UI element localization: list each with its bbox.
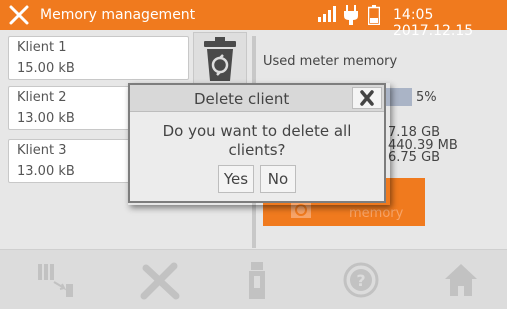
dialog-header: Delete client bbox=[130, 85, 384, 112]
delete-memory-label: memory bbox=[349, 206, 404, 221]
client-item[interactable]: Klient 1 15.00 kB bbox=[8, 36, 189, 80]
close-icon bbox=[360, 90, 374, 106]
signal-icon bbox=[318, 6, 336, 22]
sensors-icon[interactable] bbox=[34, 262, 78, 298]
close-button[interactable] bbox=[352, 87, 382, 109]
home-icon[interactable] bbox=[444, 262, 478, 298]
plug-icon bbox=[344, 5, 358, 25]
memory-title: Used meter memory bbox=[263, 54, 398, 69]
client-name: Klient 2 bbox=[17, 90, 67, 105]
bottom-toolbar: ? bbox=[0, 249, 507, 309]
battery-icon bbox=[368, 5, 380, 25]
title-bar: Memory management 14:05 2017.12.15 bbox=[0, 0, 507, 39]
yes-button[interactable]: Yes bbox=[218, 165, 254, 193]
tools-icon bbox=[9, 5, 29, 25]
dialog-message: Do you want to delete all clients? bbox=[130, 122, 384, 160]
settings-icon[interactable] bbox=[138, 262, 182, 300]
delete-client-dialog: Delete client Do you want to delete all … bbox=[128, 83, 386, 203]
no-button[interactable]: No bbox=[260, 165, 296, 193]
dialog-message-line: Do you want to delete all bbox=[162, 122, 352, 140]
client-size: 15.00 kB bbox=[17, 61, 75, 76]
usb-icon[interactable] bbox=[248, 262, 266, 300]
datetime: 14:05 2017.12.15 bbox=[393, 7, 474, 39]
page-title: Memory management bbox=[40, 7, 196, 23]
client-name: Klient 3 bbox=[17, 143, 67, 158]
help-icon[interactable]: ? bbox=[343, 262, 379, 298]
client-size: 13.00 kB bbox=[17, 164, 75, 179]
delete-client-button[interactable] bbox=[193, 32, 247, 88]
trash-icon bbox=[204, 37, 236, 81]
memory-usage-percent: 5% bbox=[416, 90, 437, 105]
client-name: Klient 1 bbox=[17, 40, 67, 55]
dialog-message-line: clients? bbox=[228, 141, 286, 159]
memory-free: 6.75 GB bbox=[388, 150, 441, 165]
svg-text:?: ? bbox=[356, 271, 365, 290]
client-size: 13.00 kB bbox=[17, 111, 75, 126]
dialog-title: Delete client bbox=[194, 90, 290, 108]
